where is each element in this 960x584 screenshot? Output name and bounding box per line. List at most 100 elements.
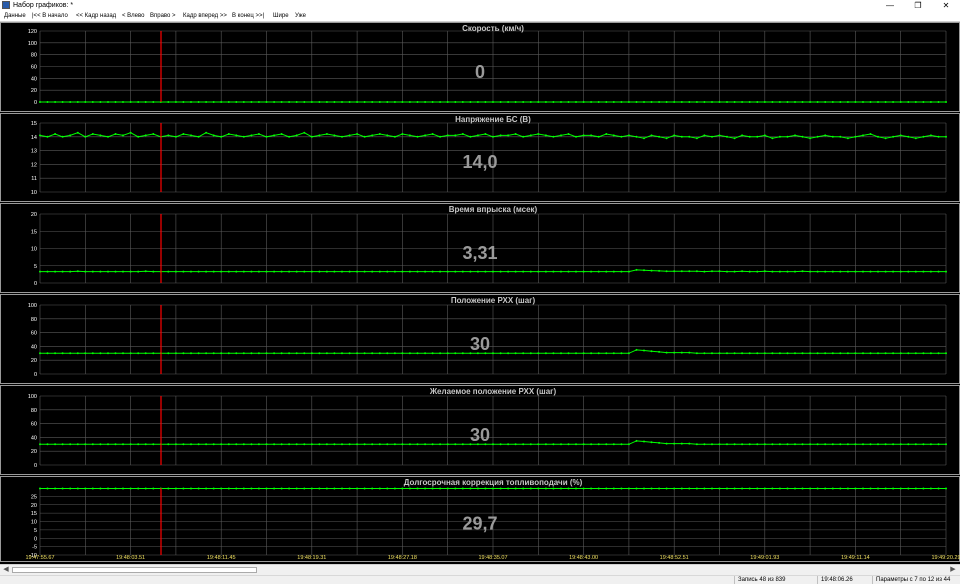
data-point	[922, 487, 925, 490]
data-point	[446, 487, 449, 490]
data-point	[741, 487, 744, 490]
data-point	[507, 487, 510, 490]
data-point	[401, 270, 404, 273]
data-point	[711, 443, 713, 446]
data-point	[476, 270, 479, 273]
data-point	[884, 270, 887, 273]
menu-narrower[interactable]: Уже	[295, 11, 306, 21]
y-tick-label: 80	[31, 53, 37, 59]
data-point	[265, 101, 268, 103]
data-point	[182, 101, 185, 103]
data-point	[492, 270, 494, 273]
data-point	[718, 352, 721, 355]
data-point	[929, 487, 932, 490]
current-value: 29,7	[462, 513, 497, 533]
data-point	[703, 134, 706, 137]
data-point	[597, 101, 600, 103]
x-tick-label: 19:47:55.67	[25, 555, 54, 561]
data-point	[575, 352, 577, 355]
data-point	[869, 352, 872, 355]
data-point	[748, 487, 751, 490]
menu-data[interactable]: Данные	[4, 11, 26, 21]
y-tick-label: 20	[31, 503, 37, 509]
menu-frame-forward[interactable]: Кадр вперед >>	[183, 11, 227, 21]
data-point	[371, 270, 374, 273]
charts-svg[interactable]: 120100806040200Скорость (км/ч)0151413121…	[0, 22, 960, 564]
data-point	[529, 487, 532, 490]
data-point	[635, 348, 638, 351]
scroll-left-icon[interactable]: ◀	[1, 565, 11, 575]
app-icon	[2, 1, 10, 9]
data-point	[627, 443, 630, 446]
data-point	[386, 101, 389, 103]
data-point	[635, 101, 638, 103]
data-point	[552, 101, 555, 103]
data-point	[839, 352, 842, 355]
data-point	[597, 487, 600, 490]
data-point	[567, 443, 570, 446]
y-tick-label: 13	[31, 149, 37, 155]
data-point	[771, 270, 774, 273]
data-point	[907, 443, 910, 446]
data-point	[167, 443, 170, 446]
data-point	[575, 101, 577, 103]
data-point	[560, 101, 562, 103]
data-point	[280, 133, 283, 135]
data-point	[899, 270, 902, 273]
data-point	[363, 443, 366, 446]
y-tick-label: 40	[31, 435, 37, 441]
menu-right[interactable]: Вправо >	[150, 11, 176, 21]
data-point	[786, 270, 789, 273]
data-point	[129, 131, 132, 134]
data-point	[461, 487, 464, 490]
chart-title: Скорость (км/ч)	[462, 24, 524, 33]
data-point	[461, 133, 464, 135]
data-point	[892, 135, 895, 138]
data-point	[288, 270, 291, 273]
menu-left[interactable]: < Влево	[122, 11, 144, 21]
data-point	[129, 352, 132, 355]
data-point	[84, 135, 87, 138]
data-point	[424, 134, 427, 137]
maximize-button[interactable]: ❐	[904, 0, 932, 11]
menu-frame-back[interactable]: << Кадр назад	[76, 11, 116, 21]
scroll-thumb[interactable]	[12, 567, 257, 573]
y-tick-label: 60	[31, 65, 37, 71]
scroll-right-icon[interactable]: ▶	[948, 565, 958, 575]
close-button[interactable]: ✕	[932, 0, 960, 11]
data-point	[152, 270, 155, 273]
data-point	[816, 270, 819, 273]
data-point	[786, 101, 789, 103]
data-point	[167, 487, 170, 490]
data-point	[408, 443, 411, 446]
data-point	[537, 443, 540, 446]
data-point	[748, 270, 751, 273]
menu-to-end[interactable]: В конец >>|	[232, 11, 264, 21]
data-point	[778, 135, 781, 138]
data-point	[673, 487, 676, 490]
data-point	[257, 487, 260, 490]
data-point	[794, 270, 796, 273]
data-point	[635, 439, 638, 442]
data-point	[914, 487, 917, 490]
y-tick-label: 20	[31, 88, 37, 94]
y-tick-label: 120	[28, 29, 37, 35]
data-point	[265, 270, 268, 273]
minimize-button[interactable]: —	[876, 0, 904, 11]
data-point	[356, 270, 359, 273]
data-point	[242, 270, 245, 273]
data-point	[144, 443, 147, 446]
data-point	[635, 268, 638, 271]
menu-to-start[interactable]: |<< В начало	[32, 11, 68, 21]
data-point	[393, 352, 396, 355]
menu-wider[interactable]: Шире	[273, 11, 289, 21]
data-point	[824, 352, 827, 355]
data-point	[929, 101, 932, 103]
data-point	[280, 101, 283, 103]
data-point	[152, 443, 155, 446]
data-point	[197, 135, 200, 138]
data-point	[107, 443, 109, 446]
y-tick-label: 100	[28, 303, 37, 309]
y-tick-label: 0	[34, 536, 37, 542]
horizontal-scrollbar[interactable]: ◀ ▶	[0, 564, 960, 575]
